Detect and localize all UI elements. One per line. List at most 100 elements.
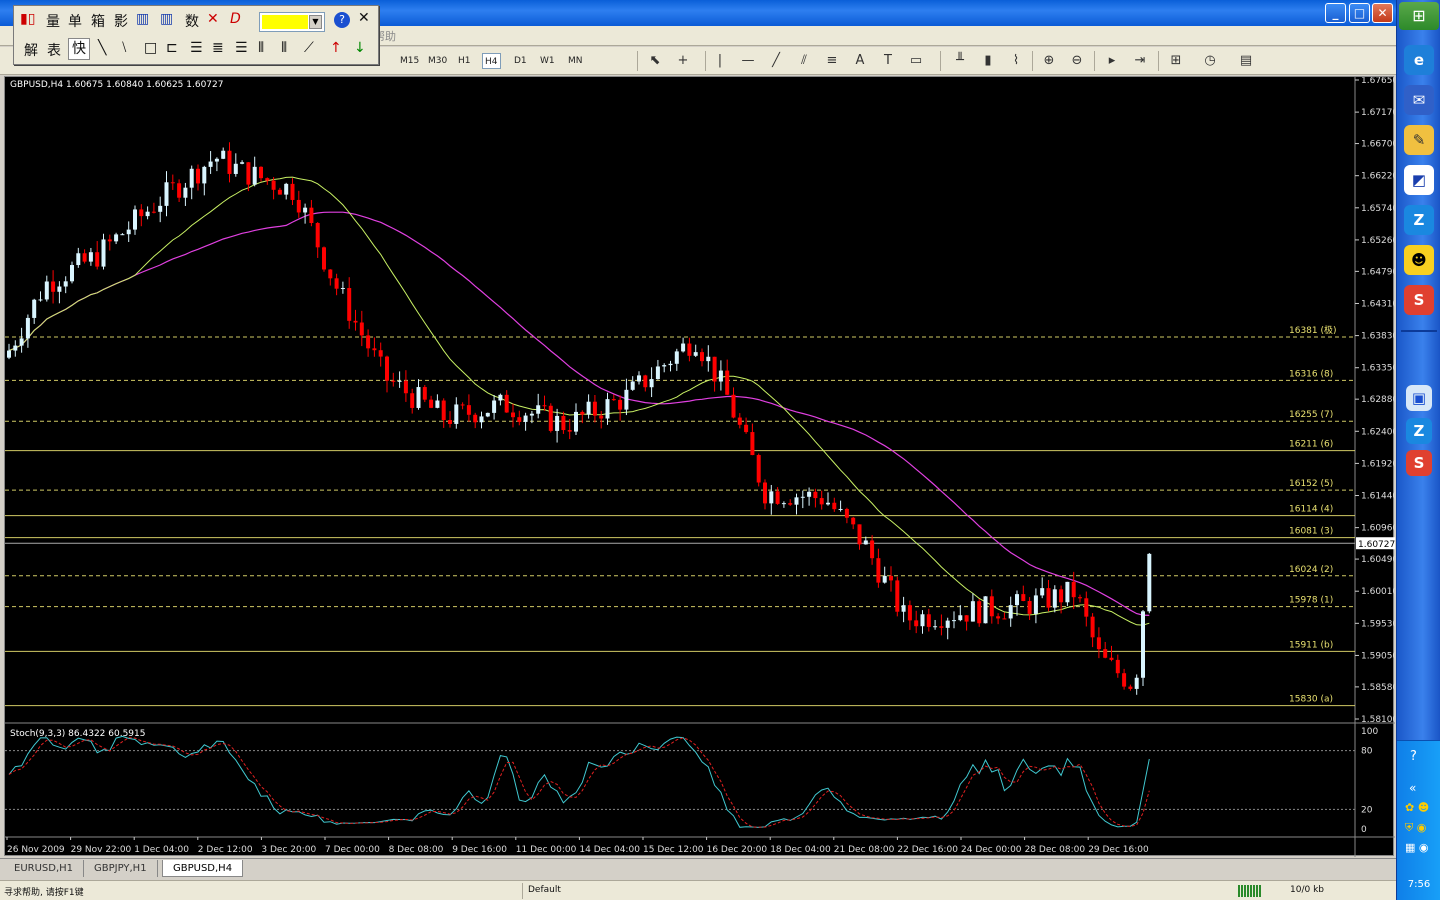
timeframe-mn[interactable]: MN (566, 53, 585, 69)
z-app-icon[interactable]: Z (1404, 205, 1434, 235)
ie-icon[interactable]: e (1404, 45, 1434, 75)
bar-chart-icon[interactable]: ╨ (950, 51, 970, 71)
bars-icon[interactable]: ▥ (136, 11, 149, 27)
close-window-button[interactable]: ✕ (1372, 3, 1393, 23)
zoom-out-icon[interactable]: ⊖ (1067, 51, 1087, 71)
tab-gbpjpy[interactable]: GBPJPY,H1 (84, 860, 158, 877)
bars-alt-icon[interactable]: ▥ (160, 11, 173, 27)
price-tick-label: 1.60960 (1361, 524, 1395, 534)
double-line-icon[interactable]: ⧵ (122, 40, 126, 56)
candle-body (1090, 616, 1095, 638)
price-tick-label: 1.60490 (1361, 555, 1395, 565)
arrow-down-icon[interactable]: ↓ (354, 40, 366, 56)
timeframe-m30[interactable]: M30 (426, 53, 449, 69)
zoom-in-icon[interactable]: ⊕ (1039, 51, 1059, 71)
pinyin-icon[interactable]: S (1404, 285, 1434, 315)
tab-eurusd[interactable]: EURUSD,H1 (4, 860, 85, 877)
help-tray-icon[interactable]: ? (1410, 749, 1417, 764)
candle-body (315, 223, 320, 248)
running-app-icon-2[interactable]: Z (1406, 418, 1432, 444)
candlestick-icon[interactable]: ▮ (978, 51, 998, 71)
arrow-up-icon[interactable]: ↑ (330, 40, 342, 56)
candle-body (907, 605, 912, 621)
line-tool-icon[interactable]: ╲ (98, 40, 106, 56)
vertical-line-icon[interactable]: | (710, 51, 730, 71)
gann-fan-icon[interactable]: ⟋ (304, 40, 314, 56)
candle-body (466, 405, 471, 415)
running-app-icon-3[interactable]: S (1406, 450, 1432, 476)
text-box-icon[interactable]: ⊏ (166, 40, 178, 56)
qq-icon[interactable]: ☻ (1404, 245, 1434, 275)
periods-icon[interactable]: ◷ (1200, 51, 1220, 71)
price-tick-label: 1.59530 (1361, 619, 1395, 629)
float-btn-quick[interactable]: 快 (68, 38, 90, 60)
delete-icon[interactable]: ✕ (207, 11, 219, 27)
timeframe-m15[interactable]: M15 (398, 53, 421, 69)
rectangle-icon[interactable]: □ (144, 40, 157, 56)
start-button[interactable]: ⊞ (1399, 2, 1439, 30)
text-icon[interactable]: A (850, 51, 870, 71)
paint-icon[interactable]: ✎ (1404, 125, 1434, 155)
templates-icon[interactable]: ▤ (1236, 51, 1256, 71)
timeframe-w1[interactable]: W1 (538, 53, 557, 69)
candle-body (611, 399, 616, 401)
candle-body (1103, 649, 1108, 658)
minimize-button[interactable]: _ (1325, 3, 1346, 23)
tab-gbpusd[interactable]: GBPUSD,H4 (162, 860, 244, 877)
float-btn-solve[interactable]: 解 (24, 40, 38, 60)
fib-lines-icon[interactable]: ☰ (190, 40, 203, 56)
candle-body (964, 615, 969, 622)
color-picker[interactable]: ▼ (259, 12, 325, 32)
close-float-icon[interactable]: ✕ (358, 10, 370, 26)
level-label: 16152 (5) (1289, 479, 1333, 489)
indicators-icon[interactable]: ⊞ (1166, 51, 1186, 71)
float-btn-5[interactable]: 数 (185, 11, 199, 31)
float-btn-2[interactable]: 单 (68, 11, 82, 31)
cursor-icon[interactable]: ⬉ (645, 51, 665, 71)
candle-tool-icon[interactable]: ▮▯ (20, 11, 35, 27)
fibonacci-icon[interactable]: ≡ (822, 51, 842, 71)
time-tick-label: 11 Dec 00:00 (516, 845, 577, 855)
candle-body (1147, 553, 1152, 612)
float-btn-1[interactable]: 量 (46, 11, 60, 31)
horizontal-line-icon[interactable]: — (738, 51, 758, 71)
candle-body (926, 614, 931, 627)
maximize-button[interactable]: □ (1349, 3, 1370, 23)
dx-icon[interactable]: D (230, 11, 241, 27)
price-tick-label: 1.66220 (1361, 172, 1395, 182)
cycle-lines-icon[interactable]: ⦀ (281, 40, 287, 56)
crosshair-icon[interactable]: + (673, 51, 693, 71)
trendline-icon[interactable]: ╱ (766, 51, 786, 71)
app-icon[interactable]: ✉ (1404, 85, 1434, 115)
fib-levels-icon[interactable]: ≣ (212, 40, 224, 56)
fib-fan-icon[interactable]: ☰ (235, 40, 248, 56)
candle-body (7, 350, 11, 358)
channel-icon[interactable]: ⫽ (794, 51, 814, 71)
timeframe-h1[interactable]: H1 (456, 53, 473, 69)
timeframe-h4[interactable]: H4 (482, 53, 501, 69)
arrow-shape-icon[interactable]: ▭ (906, 51, 926, 71)
help-icon[interactable]: ? (334, 12, 350, 28)
candle-body (221, 150, 226, 159)
candle-body (296, 199, 301, 213)
float-btn-4[interactable]: 影 (114, 11, 128, 31)
gann-grid-icon[interactable]: ⦀ (258, 40, 264, 56)
text-label-icon[interactable]: T (878, 51, 898, 71)
timeframe-d1[interactable]: D1 (512, 53, 529, 69)
candle-body (630, 381, 635, 390)
float-btn-3[interactable]: 箱 (91, 11, 105, 31)
running-app-icon-1[interactable]: ▣ (1406, 385, 1432, 411)
float-btn-table[interactable]: 表 (47, 40, 61, 60)
candle-body (870, 540, 875, 559)
chevron-left-icon[interactable]: « (1409, 781, 1416, 795)
chevron-down-icon[interactable]: ▼ (309, 15, 322, 29)
candle-body (120, 234, 125, 236)
line-chart-icon[interactable]: ⌇ (1006, 51, 1026, 71)
auto-scroll-icon[interactable]: ▸ (1102, 51, 1122, 71)
candle-body (492, 400, 497, 413)
candle-body (303, 207, 308, 213)
candle-body (882, 575, 887, 583)
chart-shift-icon[interactable]: ⇥ (1130, 51, 1150, 71)
price-chart[interactable]: 1.67650 1.67170 1.66700 1.66220 1.65740 1.652… (4, 76, 1395, 857)
grid-app-icon[interactable]: ◩ (1404, 165, 1434, 195)
